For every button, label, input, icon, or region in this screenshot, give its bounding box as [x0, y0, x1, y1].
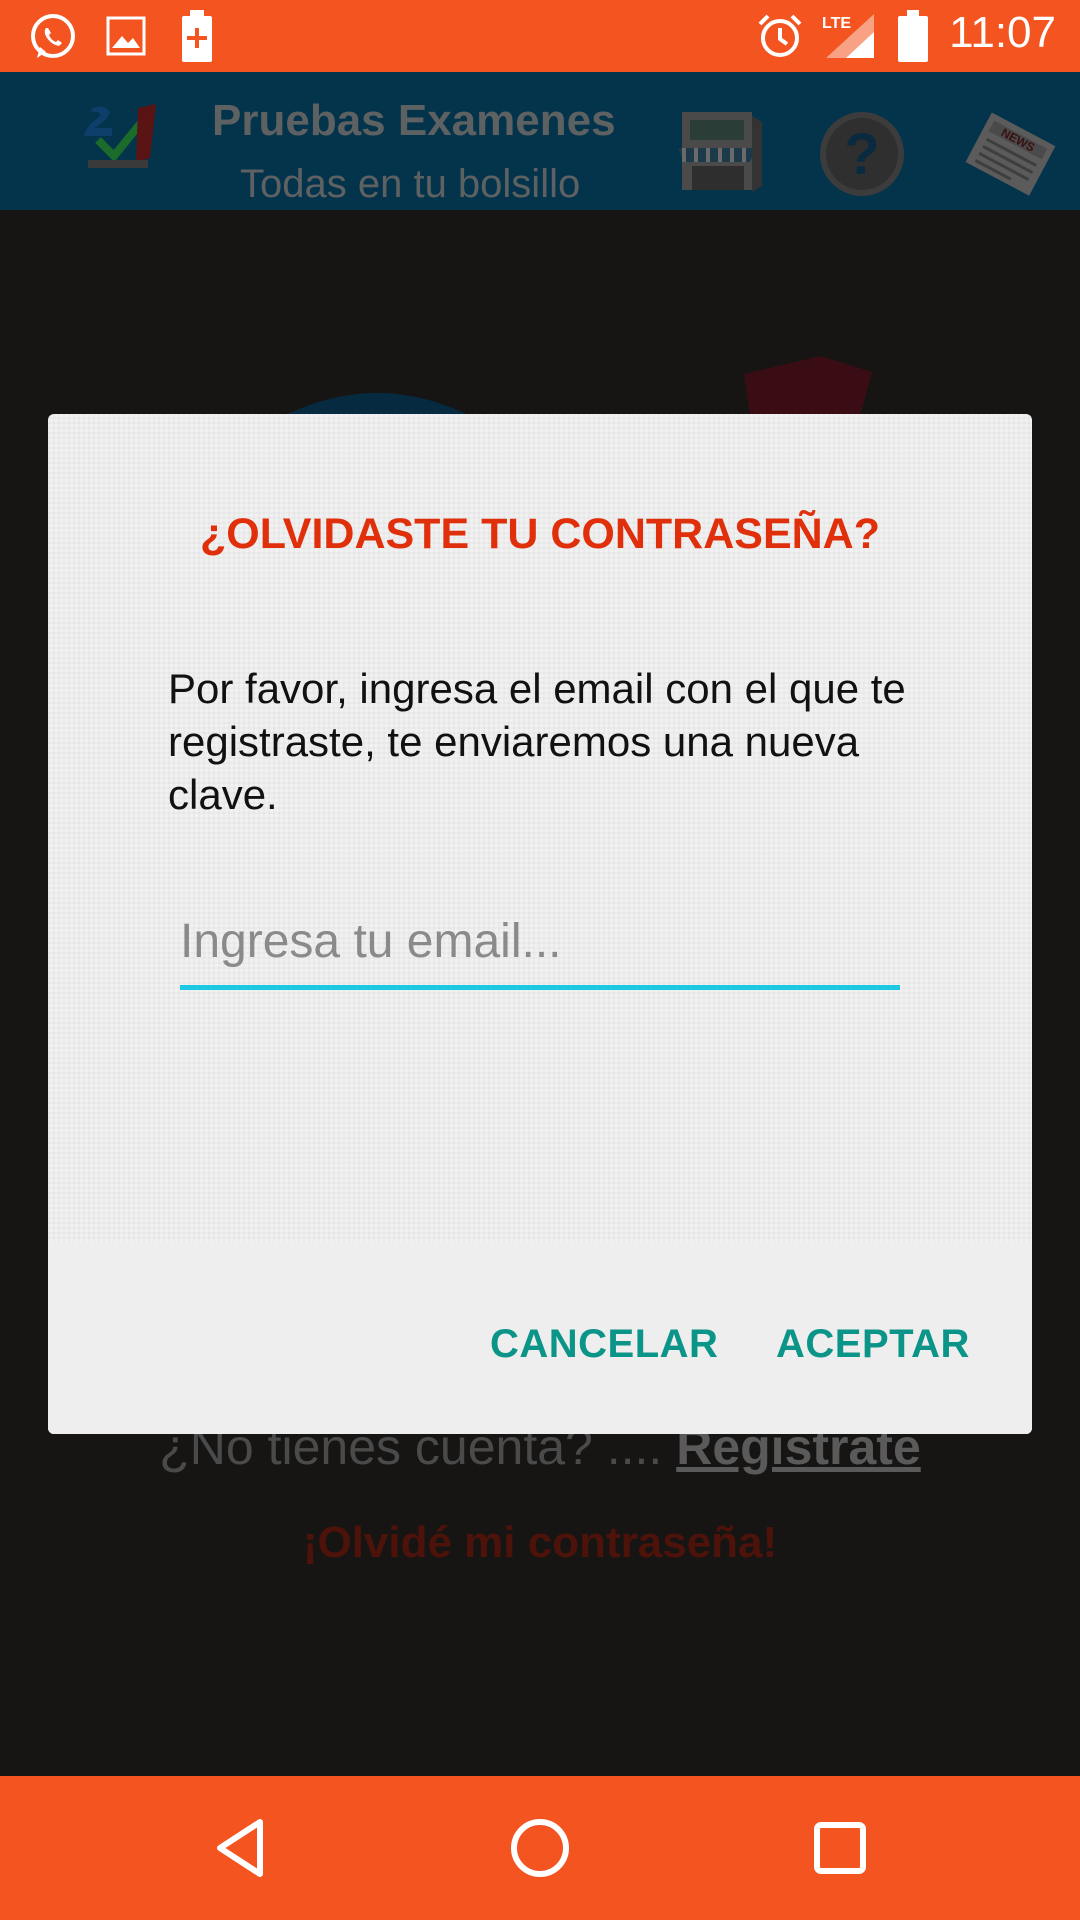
background-box-shape — [744, 356, 872, 416]
battery-plus-icon — [182, 10, 212, 62]
battery-icon — [898, 10, 928, 62]
recents-icon[interactable] — [808, 1816, 872, 1880]
alarm-icon — [758, 14, 802, 57]
whatsapp-icon — [31, 14, 75, 58]
status-bar: LTE 11:07 — [0, 0, 1080, 72]
clock: 11:07 — [949, 8, 1056, 57]
dialog-title: ¿OLVIDASTE TU CONTRASEÑA? — [199, 510, 881, 558]
back-icon[interactable] — [208, 1816, 272, 1880]
lte-signal-icon: LTE — [822, 14, 874, 58]
gallery-icon — [106, 16, 146, 56]
dialog-button-bar: CANCELAR ACEPTAR — [48, 1242, 1032, 1434]
news-icon[interactable]: NEWS — [960, 110, 1060, 200]
navigation-bar — [0, 1776, 1080, 1920]
app-subtitle: Todas en tu bolsillo — [240, 162, 581, 206]
cancel-button[interactable]: CANCELAR — [490, 1322, 718, 1367]
svg-text:?: ? — [844, 122, 879, 187]
help-icon[interactable]: ? — [816, 108, 908, 200]
app-logo-icon[interactable] — [80, 100, 164, 176]
store-icon[interactable] — [672, 104, 766, 200]
email-input[interactable] — [180, 906, 900, 990]
home-icon[interactable] — [508, 1816, 572, 1880]
app-header: Pruebas Examenes Todas en tu bolsillo ? … — [0, 72, 1080, 210]
accept-button[interactable]: ACEPTAR — [776, 1322, 970, 1367]
forgot-password-dialog: ¿OLVIDASTE TU CONTRASEÑA? Por favor, ing… — [48, 414, 1032, 1434]
dialog-message: Por favor, ingresa el email con el que t… — [168, 665, 906, 818]
svg-text:LTE: LTE — [822, 15, 851, 32]
app-title: Pruebas Examenes — [212, 96, 616, 145]
forgot-password-link[interactable]: ¡Olvidé mi contraseña! — [0, 1518, 1080, 1568]
